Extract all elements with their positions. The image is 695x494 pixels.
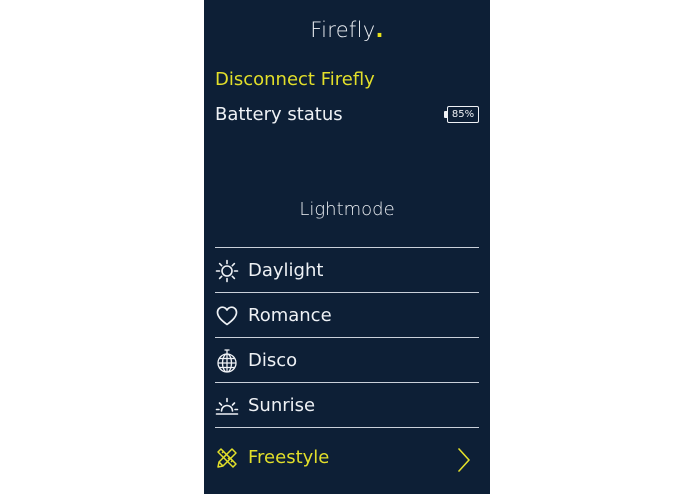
lightmode-item-sunrise[interactable]: Sunrise xyxy=(215,382,479,427)
battery-icon: 85% xyxy=(444,106,479,123)
battery-value: 85% xyxy=(451,109,475,120)
app-title-dot: . xyxy=(375,18,384,42)
heart-icon xyxy=(216,306,238,326)
lightmode-item-daylight[interactable]: Daylight xyxy=(215,247,479,292)
sun-icon xyxy=(215,259,239,283)
app-title: Firefly. xyxy=(204,18,490,42)
chevron-right-icon xyxy=(458,448,470,472)
disconnect-button[interactable]: Disconnect Firefly xyxy=(215,69,375,90)
lightmode-item-label: Romance xyxy=(248,305,332,326)
sunrise-icon xyxy=(215,397,239,415)
battery-label: Battery status xyxy=(215,104,343,125)
battery-row: Battery status 85% xyxy=(215,104,479,130)
app-title-text: Firefly xyxy=(310,18,376,42)
lightmode-item-disco[interactable]: Disco xyxy=(215,337,479,382)
lightmode-title: Lightmode xyxy=(299,199,395,220)
pencil-ruler-icon xyxy=(217,448,237,468)
lightmode-item-label: Disco xyxy=(248,350,298,371)
lightmode-item-label: Freestyle xyxy=(248,447,330,468)
lightmode-item-label: Daylight xyxy=(248,260,324,281)
disco-ball-icon xyxy=(217,349,237,373)
lightmode-item-freestyle[interactable]: Freestyle xyxy=(215,427,479,487)
lightmode-list: Daylight Romance Disco Sunrise Freestyle xyxy=(215,247,479,487)
app-screen: Firefly. Disconnect Firefly Battery stat… xyxy=(204,0,490,494)
lightmode-item-label: Sunrise xyxy=(248,395,316,416)
lightmode-item-romance[interactable]: Romance xyxy=(215,292,479,337)
